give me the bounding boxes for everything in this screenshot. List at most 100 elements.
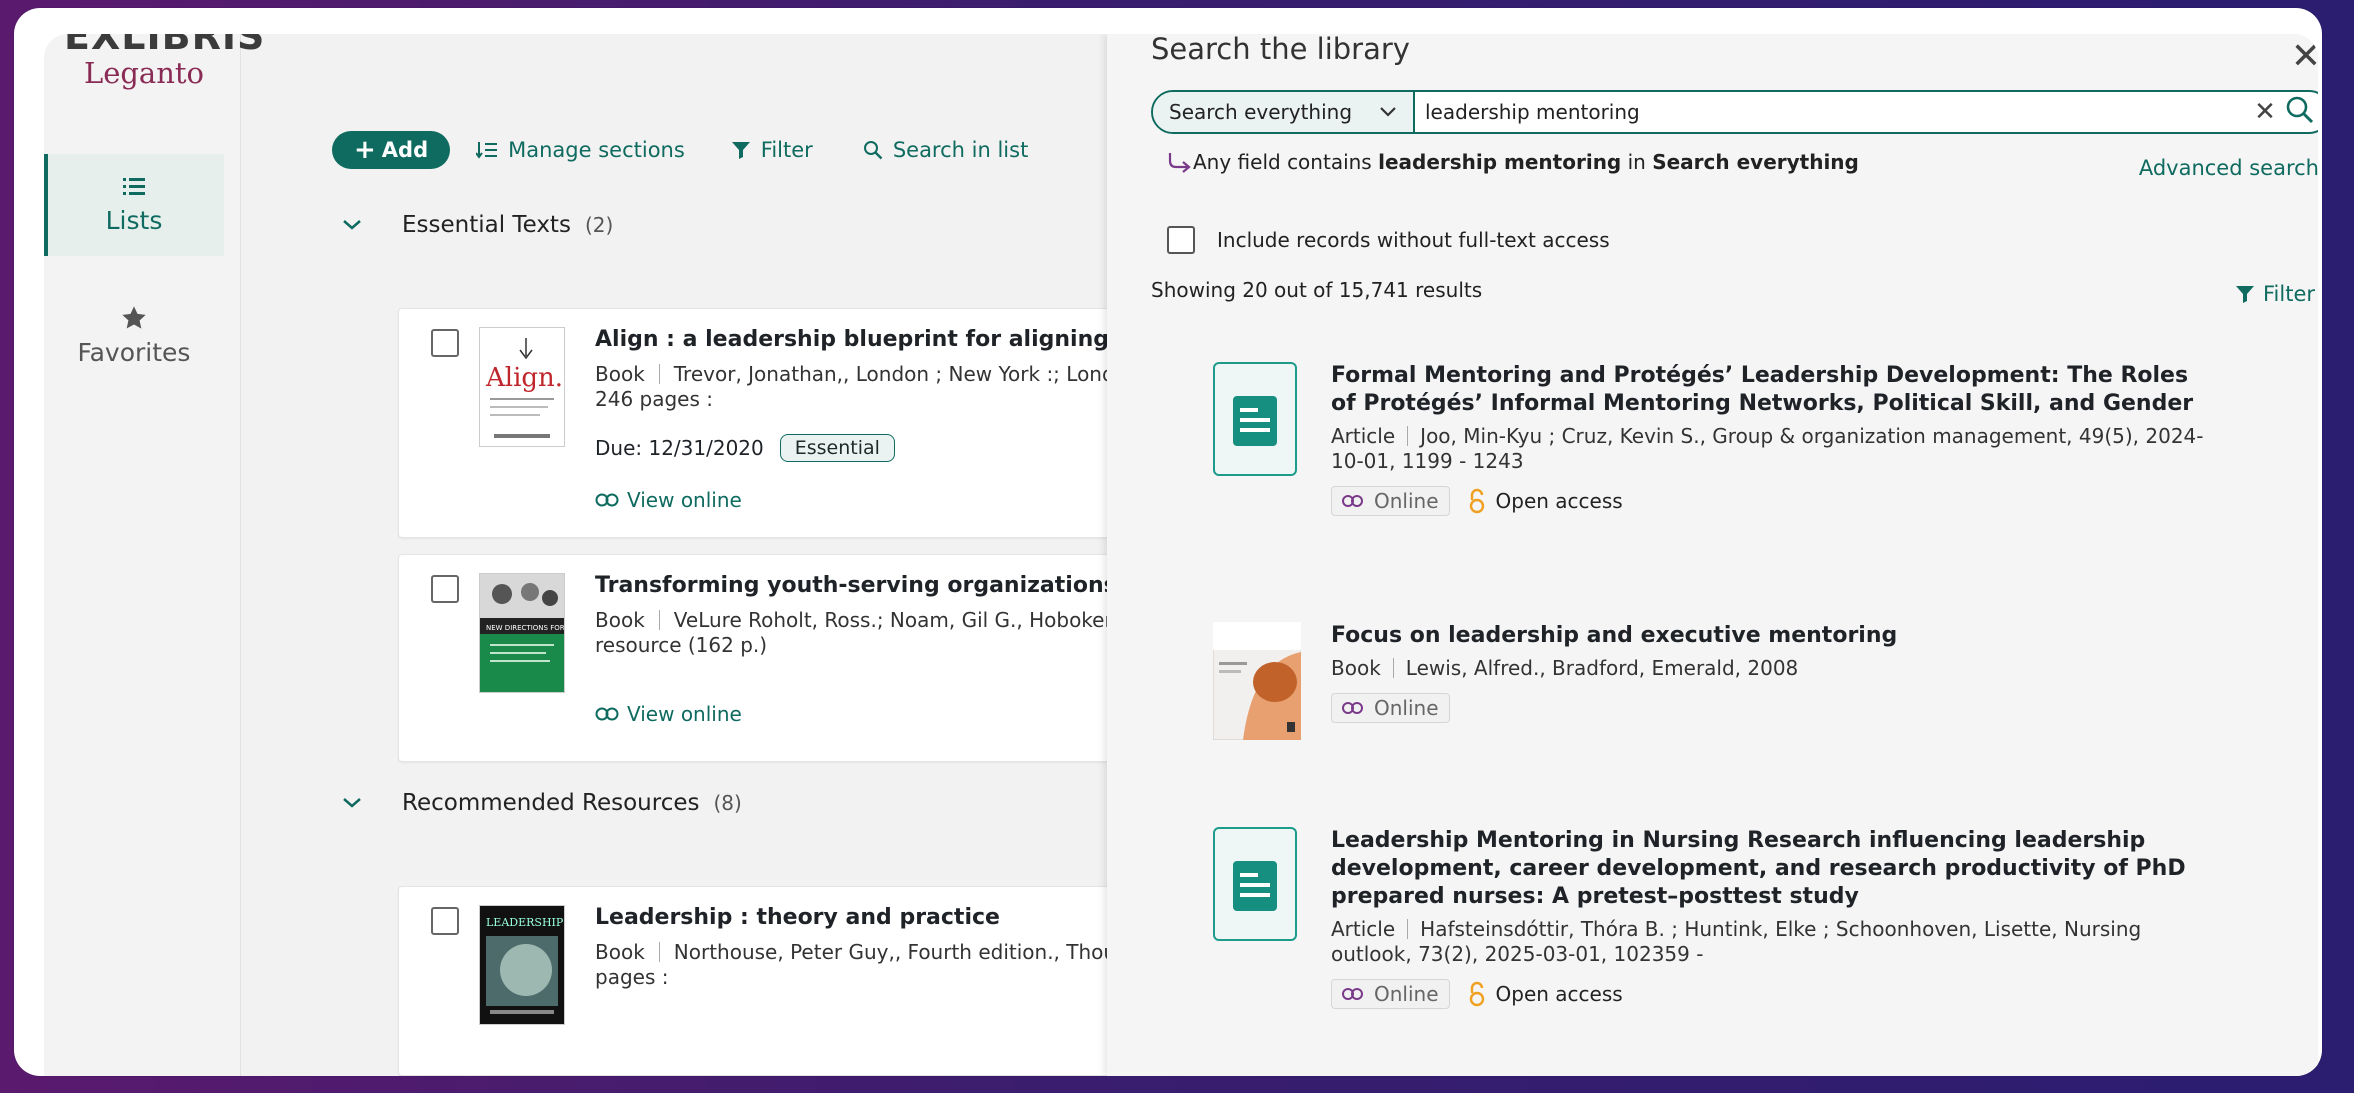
link-icon — [1342, 702, 1363, 714]
item-checkbox[interactable] — [431, 575, 459, 603]
result-type: Article — [1331, 424, 1396, 448]
search-submit-button[interactable] — [2285, 95, 2318, 129]
include-checkbox[interactable] — [1167, 226, 1195, 254]
query-in: in — [1627, 150, 1646, 174]
drawer-title: Search the library — [1151, 34, 1410, 66]
chevron-down-icon — [343, 220, 361, 230]
filter-icon — [2235, 286, 2254, 303]
result-body: Focus on leadership and executive mentor… — [1331, 622, 2211, 723]
online-label: Online — [1374, 696, 1439, 720]
article-icon — [1233, 861, 1277, 911]
nav-item-lists[interactable]: Lists — [44, 154, 224, 256]
online-badge[interactable]: Online — [1331, 486, 1450, 516]
result-title[interactable]: Leadership Mentoring in Nursing Research… — [1331, 827, 2211, 911]
list-icon — [123, 178, 145, 195]
side-navigation: EXLIBRIS Leganto Lists Favorites — [44, 34, 266, 1076]
result-availability: Online Open access — [1331, 979, 2211, 1009]
chevron-down-icon — [343, 798, 361, 808]
app-window: EXLIBRIS Leganto Lists Favorites + Add M… — [14, 8, 2322, 1076]
manage-sections-button[interactable]: Manage sections — [476, 138, 685, 162]
search-scope-select[interactable]: Search everything — [1153, 92, 1415, 132]
list-item[interactable]: LEADERSHIP Leadership : theory and pract… — [398, 886, 1160, 1076]
book-cover: NEW DIRECTIONS FOR — [479, 573, 565, 693]
results-count: Showing 20 out of 15,741 results — [1151, 278, 1483, 302]
result-citation: Hafsteinsdóttir, Thóra B. ; Huntink, Elk… — [1331, 917, 2142, 966]
result-availability: Online Open access — [1331, 486, 2211, 516]
item-title[interactable]: Transforming youth-serving organizations… — [595, 573, 1155, 598]
section-count: (2) — [584, 213, 614, 237]
open-access-badge: Open access — [1468, 981, 1623, 1007]
item-title[interactable]: Align : a leadership blueprint for align… — [595, 327, 1155, 352]
view-online-link[interactable]: View online — [595, 702, 1155, 726]
brand-top: EXLIBRIS — [64, 34, 266, 58]
view-online-link[interactable]: View online — [595, 488, 1155, 512]
item-type: Book — [595, 940, 645, 964]
view-online-label: View online — [627, 488, 742, 512]
essential-badge: Essential — [779, 434, 895, 462]
svg-text:LEADERSHIP: LEADERSHIP — [486, 916, 564, 929]
link-icon — [1342, 495, 1363, 507]
manage-sections-label: Manage sections — [508, 138, 685, 162]
result-title[interactable]: Focus on leadership and executive mentor… — [1331, 622, 2211, 650]
item-authors: Northouse, Peter Guy,, Fourth edition., … — [673, 940, 1117, 964]
svg-text:NEW DIRECTIONS FOR: NEW DIRECTIONS FOR — [486, 624, 564, 632]
include-records-option[interactable]: Include records without full-text access — [1167, 226, 1610, 254]
item-title[interactable]: Leadership : theory and practice — [595, 905, 1155, 930]
section-title: Recommended Resources — [402, 790, 700, 816]
due-date: Due: 12/31/2020 — [595, 436, 764, 460]
nav-label-lists: Lists — [105, 206, 163, 235]
list-item[interactable]: Align. Align : a leadership blueprint fo… — [398, 308, 1160, 538]
filter-button[interactable]: Filter — [731, 138, 813, 162]
item-due-row: Due: 12/31/2020 Essential — [595, 434, 1155, 462]
result-citation: Lewis, Alfred., Bradford, Emerald, 2008 — [1405, 656, 1799, 680]
filter-icon — [731, 142, 750, 159]
nav-item-favorites[interactable]: Favorites — [44, 304, 224, 406]
clear-search-icon[interactable]: ✕ — [2245, 97, 2285, 127]
item-meta: Book Northouse, Peter Guy,, Fourth editio… — [595, 940, 1155, 990]
search-input[interactable]: leadership mentoring — [1415, 100, 2245, 124]
item-extent: resource (162 p.) — [595, 633, 768, 657]
open-access-badge: Open access — [1468, 488, 1623, 514]
nav-label-favorites: Favorites — [77, 338, 191, 367]
results-filter-button[interactable]: Filter — [2235, 282, 2315, 306]
add-button[interactable]: + Add — [332, 131, 451, 169]
open-lock-icon — [1469, 488, 1484, 514]
result-citation: Joo, Min-Kyu ; Cruz, Kevin S., Group & o… — [1331, 424, 2204, 473]
search-icon — [863, 141, 883, 160]
item-meta: Book VeLure Roholt, Ross.; Noam, Gil G., … — [595, 608, 1155, 658]
app-body: EXLIBRIS Leganto Lists Favorites + Add M… — [44, 34, 2318, 1076]
online-badge[interactable]: Online — [1331, 693, 1450, 723]
section-header-recommended[interactable]: Recommended Resources (8) — [332, 790, 742, 816]
chevron-down-icon — [1380, 107, 1396, 117]
search-in-list-button[interactable]: Search in list — [863, 138, 1029, 162]
sort-list-icon — [476, 142, 498, 159]
search-drawer: Search the library ✕ Search everything l… — [1107, 34, 2318, 1076]
result-meta: Article Hafsteinsdóttir, Thóra B. ; Hunti… — [1331, 917, 2211, 967]
add-label: Add — [381, 138, 429, 162]
item-authors: VeLure Roholt, Ross.; Noam, Gil G., Hobo… — [673, 608, 1118, 632]
search-in-list-label: Search in list — [892, 138, 1029, 162]
section-header-essential[interactable]: Essential Texts (2) — [332, 212, 613, 238]
open-lock-icon — [1469, 981, 1484, 1007]
item-meta: Book Trevor, Jonathan,, London ; New York… — [595, 362, 1155, 412]
close-icon[interactable]: ✕ — [2291, 36, 2318, 77]
advanced-search-link[interactable]: Advanced search — [2139, 156, 2318, 180]
item-checkbox[interactable] — [431, 329, 459, 357]
item-checkbox[interactable] — [431, 907, 459, 935]
online-badge[interactable]: Online — [1331, 979, 1450, 1009]
result-title[interactable]: Formal Mentoring and Protégés’ Leadershi… — [1331, 362, 2211, 418]
svg-text:Align.: Align. — [485, 363, 563, 393]
filter-label: Filter — [2262, 282, 2315, 306]
search-icon — [2286, 96, 2314, 124]
list-item[interactable]: NEW DIRECTIONS FOR Transforming youth-se… — [398, 554, 1160, 762]
book-cover: LEADERSHIP — [479, 905, 565, 1025]
item-extent: pages : — [595, 965, 669, 989]
item-text: Align : a leadership blueprint for align… — [595, 327, 1155, 512]
item-extent: 246 pages : — [595, 387, 713, 411]
search-bar: Search everything leadership mentoring ✕ — [1151, 90, 2318, 134]
result-body: Leadership Mentoring in Nursing Research… — [1331, 827, 2211, 1009]
article-thumbnail — [1213, 827, 1297, 941]
online-label: Online — [1374, 489, 1439, 513]
filter-label: Filter — [760, 138, 813, 162]
brand-product: Leganto — [83, 56, 205, 90]
